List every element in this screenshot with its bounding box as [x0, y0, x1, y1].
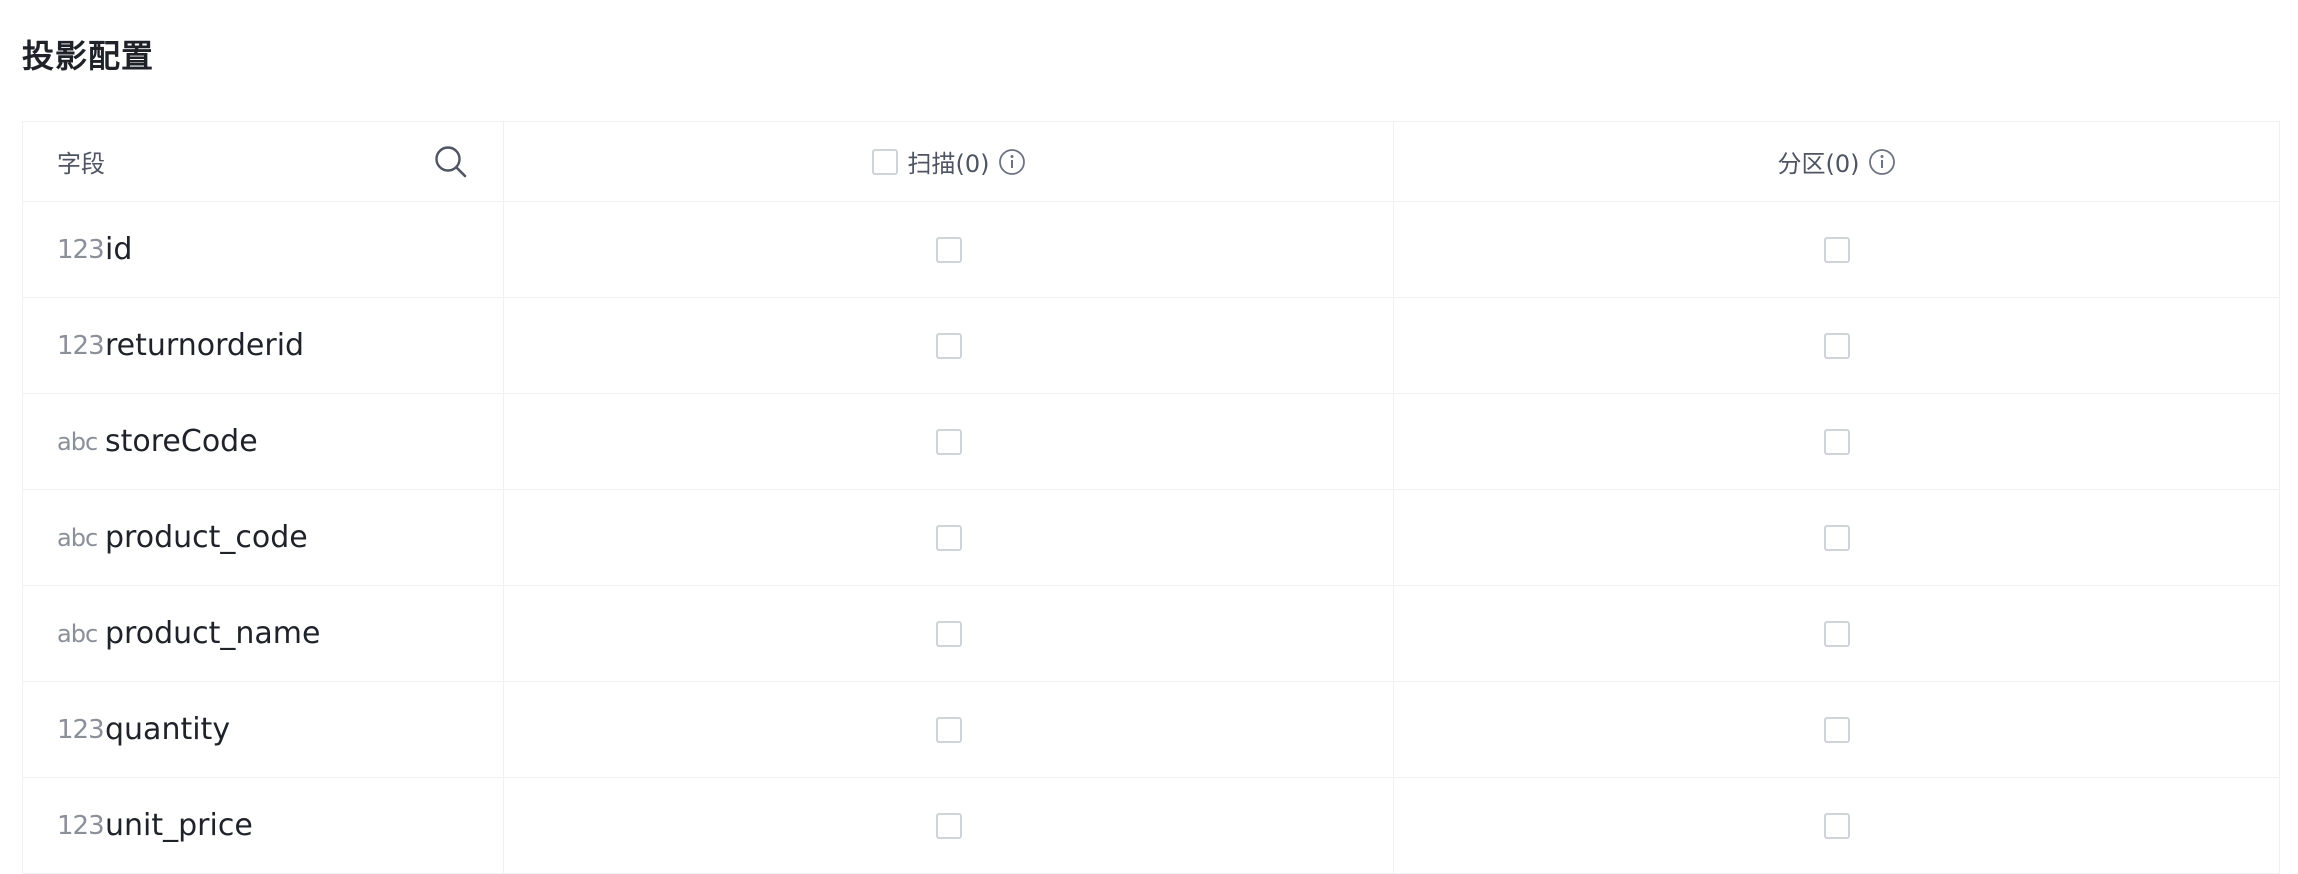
- table-row: abc product_code: [23, 490, 2279, 586]
- partition-checkbox[interactable]: [1823, 620, 1850, 647]
- scan-checkbox[interactable]: [935, 428, 962, 455]
- field-cell: 123 id: [23, 202, 504, 297]
- field-name: returnorderid: [105, 328, 305, 363]
- scan-select-all-checkbox[interactable]: [871, 148, 898, 175]
- number-type-icon: 123: [57, 810, 105, 841]
- partition-cell: [1394, 394, 2279, 489]
- field-cell: abc product_name: [23, 586, 504, 681]
- scan-checkbox[interactable]: [935, 716, 962, 743]
- partition-checkbox[interactable]: [1823, 332, 1850, 359]
- string-type-icon: abc: [57, 427, 98, 456]
- table-row: abc storeCode: [23, 394, 2279, 490]
- table-row: 123 quantity: [23, 682, 2279, 778]
- partition-checkbox[interactable]: [1823, 428, 1850, 455]
- partition-cell: [1394, 778, 2279, 873]
- partition-column-header: 分区(0): [1394, 122, 2279, 201]
- scan-cell: [504, 394, 1394, 489]
- search-icon[interactable]: [433, 144, 469, 180]
- table-row: 123 unit_price: [23, 778, 2279, 874]
- scan-checkbox[interactable]: [935, 812, 962, 839]
- number-type-icon: 123: [57, 714, 105, 745]
- scan-cell: [504, 682, 1394, 777]
- scan-column-header: 扫描(0): [504, 122, 1394, 201]
- string-type-icon: abc: [57, 619, 98, 648]
- scan-cell: [504, 586, 1394, 681]
- table-row: 123 returnorderid: [23, 298, 2279, 394]
- field-name: product_code: [105, 520, 308, 555]
- partition-header-label: 分区(0): [1777, 150, 1860, 178]
- field-name: product_name: [105, 616, 321, 651]
- info-icon[interactable]: [1868, 148, 1896, 176]
- field-name: unit_price: [105, 808, 253, 843]
- scan-checkbox[interactable]: [935, 332, 962, 359]
- partition-cell: [1394, 682, 2279, 777]
- field-cell: 123 returnorderid: [23, 298, 504, 393]
- scan-cell: [504, 490, 1394, 585]
- partition-cell: [1394, 586, 2279, 681]
- partition-cell: [1394, 298, 2279, 393]
- scan-cell: [504, 298, 1394, 393]
- partition-checkbox[interactable]: [1823, 236, 1850, 263]
- page-title: 投影配置: [22, 37, 155, 75]
- field-name: storeCode: [105, 424, 258, 459]
- table-header: 字段 扫描(0) 分区(0): [23, 122, 2279, 202]
- partition-checkbox[interactable]: [1823, 716, 1850, 743]
- field-name: id: [105, 232, 133, 267]
- number-type-icon: 123: [57, 330, 105, 361]
- string-type-icon: abc: [57, 523, 98, 552]
- number-type-icon: 123: [57, 234, 105, 265]
- field-name: quantity: [105, 712, 231, 747]
- field-cell: 123 quantity: [23, 682, 504, 777]
- partition-cell: [1394, 202, 2279, 297]
- field-column-header: 字段: [23, 122, 504, 201]
- table-row: abc product_name: [23, 586, 2279, 682]
- scan-cell: [504, 202, 1394, 297]
- partition-cell: [1394, 490, 2279, 585]
- info-icon[interactable]: [998, 148, 1026, 176]
- field-cell: abc storeCode: [23, 394, 504, 489]
- field-cell: 123 unit_price: [23, 778, 504, 873]
- table-row: 123 id: [23, 202, 2279, 298]
- field-cell: abc product_code: [23, 490, 504, 585]
- partition-checkbox[interactable]: [1823, 524, 1850, 551]
- scan-cell: [504, 778, 1394, 873]
- scan-checkbox[interactable]: [935, 524, 962, 551]
- projection-table: 字段 扫描(0) 分区(0) 123 id 123 returnorderid …: [22, 121, 2280, 874]
- field-header-label: 字段: [57, 150, 105, 178]
- scan-checkbox[interactable]: [935, 236, 962, 263]
- scan-checkbox[interactable]: [935, 620, 962, 647]
- partition-checkbox[interactable]: [1823, 812, 1850, 839]
- scan-header-label: 扫描(0): [907, 150, 990, 178]
